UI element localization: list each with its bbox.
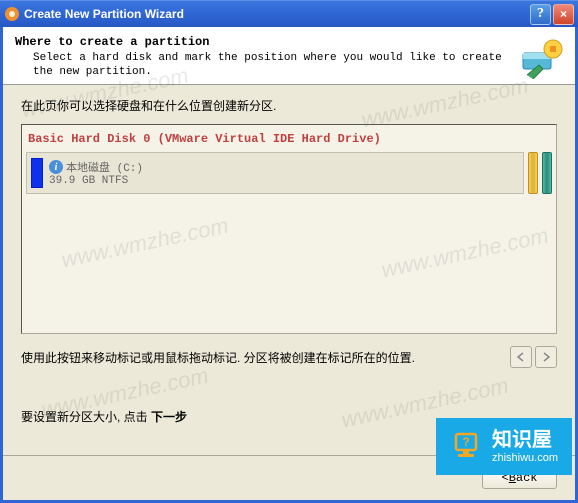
marker-left-button[interactable] [510, 346, 532, 368]
hint-text: 使用此按钮来移动标记或用鼠标拖动标记. 分区将被创建在标记所在的位置. [21, 349, 510, 366]
app-icon [4, 6, 20, 22]
svg-text:?: ? [462, 435, 469, 449]
titlebar: Create New Partition Wizard ? × [0, 0, 578, 27]
hint-row: 使用此按钮来移动标记或用鼠标拖动标记. 分区将被创建在标记所在的位置. [21, 346, 557, 368]
disk-header: Basic Hard Disk 0 (VMware Virtual IDE Ha… [26, 129, 552, 152]
partition-details: 39.9 GB NTFS [49, 175, 143, 187]
brand-icon: ? [450, 430, 482, 462]
header-subtitle: Select a hard disk and mark the position… [15, 51, 519, 80]
wizard-icon [519, 35, 563, 79]
close-button[interactable]: × [553, 4, 574, 25]
marker-bar-teal[interactable] [542, 152, 552, 194]
marker-right-button[interactable] [535, 346, 557, 368]
disk-row: i 本地磁盘 (C:) 39.9 GB NTFS [26, 152, 552, 194]
brand-name: 知识屋 [492, 428, 558, 452]
info-icon: i [49, 160, 63, 174]
partition-box[interactable]: i 本地磁盘 (C:) 39.9 GB NTFS [26, 152, 524, 194]
disk-panel: Basic Hard Disk 0 (VMware Virtual IDE Ha… [21, 124, 557, 334]
partition-color-bar [31, 158, 43, 188]
marker-bar-yellow[interactable] [528, 152, 538, 194]
instruction-text: 在此页你可以选择硬盘和在什么位置创建新分区. [21, 97, 557, 114]
header-title: Where to create a partition [15, 35, 519, 49]
window-title: Create New Partition Wizard [24, 7, 530, 21]
wizard-header: Where to create a partition Select a har… [3, 27, 575, 85]
help-button[interactable]: ? [530, 4, 551, 25]
brand-watermark: ? 知识屋 zhishiwu.com [436, 418, 572, 475]
partition-name: 本地磁盘 (C:) [66, 159, 143, 175]
brand-url: zhishiwu.com [492, 452, 558, 465]
